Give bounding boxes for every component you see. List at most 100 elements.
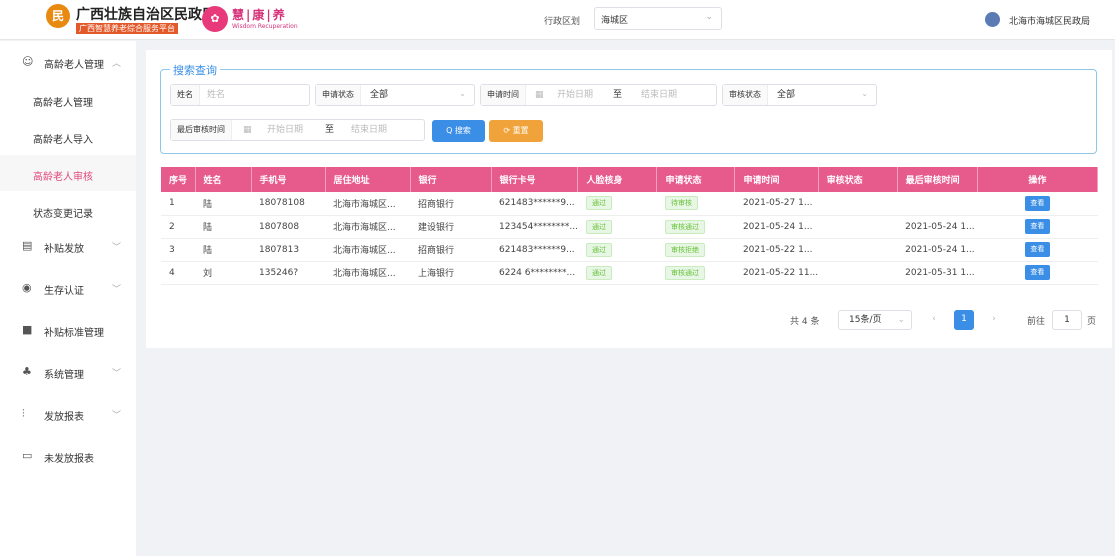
cell-name: 陆: [195, 215, 251, 239]
column-header: 姓名: [195, 167, 252, 192]
cell-phone: 135246?: [251, 261, 325, 285]
cell-name: 陆: [195, 192, 251, 216]
view-button[interactable]: 查看: [1024, 219, 1050, 234]
cell-card: 6224 6********...: [491, 261, 578, 285]
cell-review-status: [818, 192, 898, 216]
cell-phone: 1807813: [251, 238, 325, 262]
sidebar-group-standard[interactable]: ■ 补贴标准管理: [0, 311, 136, 347]
region-label: 行政区划: [544, 17, 581, 27]
sidebar-group-survival[interactable]: ◉ 生存认证 ﹀: [0, 269, 136, 305]
cell-address: 北海市海城区...: [325, 238, 410, 262]
column-header: 申请时间: [734, 167, 819, 192]
sidebar-item-label: 高龄老人导入: [33, 135, 93, 146]
cell-last-review: 2021-05-24 1...: [897, 238, 978, 262]
column-header: 银行: [410, 167, 492, 192]
cell-no: 4: [161, 261, 195, 285]
sidebar-group-system[interactable]: ♣ 系统管理 ﹀: [0, 353, 136, 389]
region-select[interactable]: 海城区 ⌄: [594, 7, 722, 30]
sidebar-item-label: 高龄老人审核: [33, 172, 93, 183]
chevron-down-icon: ﹀: [112, 243, 122, 253]
sidebar-item-elderly-import[interactable]: 高龄老人导入: [0, 118, 136, 154]
sidebar-group-elderly[interactable]: ☺ 高龄老人管理 ︿: [0, 43, 136, 79]
brand-title: 广西壮族自治区民政厅: [76, 7, 216, 23]
search-legend: 搜索查询: [170, 62, 220, 78]
sidebar-group-unissued-report[interactable]: ▭ 未发放报表: [0, 437, 136, 473]
user-name[interactable]: 北海市海城区民政局: [1009, 14, 1090, 27]
cell-phone: 18078108: [251, 192, 325, 216]
page-unit: 页: [1087, 317, 1097, 327]
sidebar-group-subsidy[interactable]: ▤ 补贴发放 ﹀: [0, 227, 136, 263]
people-icon: ☺: [22, 55, 34, 68]
chevron-down-icon: ﹀: [112, 285, 122, 295]
cell-no: 2: [161, 215, 195, 239]
search-button[interactable]: Q 搜索: [432, 120, 485, 142]
page-number-current[interactable]: 1: [954, 310, 974, 330]
sidebar-group-label: 补贴标准管理: [44, 328, 104, 339]
chevron-down-icon: ⌄: [459, 89, 466, 98]
wisdom-logo: ✿: [202, 6, 228, 32]
cell-address: 北海市海城区...: [325, 261, 410, 285]
cell-no: 3: [161, 238, 195, 262]
apply-status-label: 申请状态: [316, 85, 361, 105]
sidebar-group-label: 高龄老人管理: [44, 60, 104, 71]
table-row: 3 陆 1807813 北海市海城区... 招商银行 621483******9…: [161, 238, 1098, 262]
chevron-down-icon: ⌄: [861, 89, 868, 98]
sidebar-item-elderly-review[interactable]: 高龄老人审核: [0, 155, 136, 191]
chevron-up-icon: ︿: [112, 59, 122, 69]
column-header: 手机号: [251, 167, 326, 192]
sidebar-group-issued-report[interactable]: ⫶ 发放报表 ﹀: [0, 395, 136, 431]
cell-address: 北海市海城区...: [325, 215, 410, 239]
cell-last-review: 2021-05-24 1...: [897, 215, 978, 239]
name-field[interactable]: 姓名 姓名: [170, 84, 310, 106]
table-row: 4 刘 135246? 北海市海城区... 上海银行 6224 6*******…: [161, 261, 1098, 285]
cell-apply-time: 2021-05-22 11...: [734, 261, 819, 285]
cell-bank: 招商银行: [410, 238, 491, 262]
column-header: 银行卡号: [491, 167, 579, 192]
prev-page-button[interactable]: ‹: [924, 310, 944, 330]
cell-review-status: [818, 238, 898, 262]
users-icon: ♣: [22, 365, 32, 378]
start-date-placeholder: 开始日期: [557, 90, 594, 100]
chart-icon: ⫶: [22, 407, 25, 420]
cell-card: 621483******9...: [491, 192, 578, 216]
cell-apply-time: 2021-05-27 1...: [734, 192, 819, 216]
table-header-row: 序号 姓名 手机号 居住地址 银行 银行卡号 人脸核身 申请状态 申请时间 审核…: [161, 167, 1099, 192]
face-verify-badge: 通过: [585, 242, 612, 257]
apply-time-range[interactable]: 申请时间 ▦ 开始日期 至 结束日期: [480, 84, 717, 106]
apply-status-select[interactable]: 申请状态 全部 ⌄: [315, 84, 475, 106]
cell-apply-time: 2021-05-22 1...: [734, 238, 819, 262]
column-header: 人脸核身: [577, 167, 658, 192]
apply-status-badge: 审核通过: [664, 265, 705, 280]
page-size-select[interactable]: 15条/页 ⌄: [838, 310, 912, 330]
name-placeholder: 姓名: [207, 90, 226, 100]
bank-icon: ▤: [22, 239, 33, 252]
last-review-time-range[interactable]: 最后审核时间 ▦ 开始日期 至 结束日期: [170, 119, 425, 141]
apply-status-badge: 待审核: [664, 196, 698, 211]
pager-total: 共 4 条: [790, 317, 820, 327]
cell-card: 123454********...: [491, 215, 578, 239]
cell-review-status: [818, 261, 898, 285]
sidebar-item-elderly-manage[interactable]: 高龄老人管理: [0, 81, 136, 117]
reset-button[interactable]: ⟳ 重置: [489, 120, 543, 142]
table-row: 1 陆 18078108 北海市海城区... 招商银行 621483******…: [161, 192, 1098, 216]
review-status-select[interactable]: 审核状态 全部 ⌄: [722, 84, 877, 106]
elderly-review-table: 序号 姓名 手机号 居住地址 银行 银行卡号 人脸核身 申请状态 申请时间 审核…: [161, 167, 1099, 285]
cell-no: 1: [161, 192, 195, 216]
end-date-placeholder: 结束日期: [351, 125, 388, 135]
range-separator: 至: [613, 90, 623, 100]
cell-last-review: [897, 192, 978, 216]
range-separator: 至: [325, 125, 335, 135]
view-button[interactable]: 查看: [1024, 195, 1050, 211]
apply-status-value: 全部: [370, 90, 389, 100]
sidebar-item-status-log[interactable]: 状态变更记录: [0, 192, 136, 228]
goto-page-input[interactable]: 1: [1052, 310, 1082, 330]
cell-bank: 招商银行: [410, 192, 491, 216]
user-avatar[interactable]: [985, 12, 1000, 27]
sidebar-group-label: 生存认证: [44, 286, 84, 297]
cell-last-review: 2021-05-31 1...: [897, 261, 978, 285]
next-page-button[interactable]: ›: [984, 310, 1004, 330]
view-button[interactable]: 查看: [1024, 265, 1050, 280]
chevron-down-icon: ⌄: [705, 12, 713, 22]
view-button[interactable]: 查看: [1024, 242, 1050, 257]
apply-time-label: 申请时间: [481, 85, 526, 105]
